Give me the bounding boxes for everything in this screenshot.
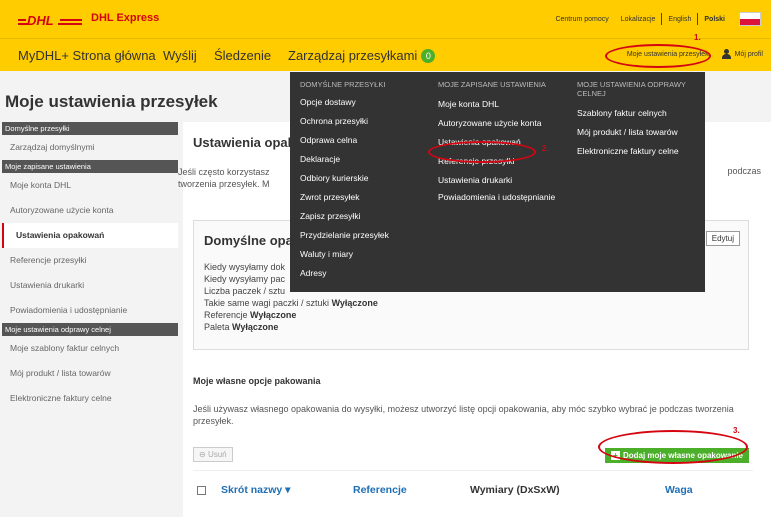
sidebar-item-e-invoices[interactable]: Elektroniczne faktury celne (2, 386, 178, 411)
minus-circle-icon: ⊖ (199, 450, 206, 459)
top-bar: DHL DHL Express Centrum pomocy Lokalizac… (0, 0, 771, 38)
annotation-oval-2 (428, 141, 536, 163)
sidebar-item-packaging[interactable]: Ustawienia opakowań (2, 223, 178, 248)
sidebar: Domyślne przesyłki Zarządzaj domyślnymi … (2, 122, 178, 411)
annotation-oval-1 (605, 44, 711, 68)
svg-text:DHL: DHL (27, 13, 54, 27)
sidebar-item-printer[interactable]: Ustawienia drukarki (2, 273, 178, 298)
delete-label: Usuń (207, 450, 227, 459)
default-packaging-title: Domyślne opa (204, 233, 293, 248)
menu-item[interactable]: Przydzielanie przesyłek (300, 226, 389, 245)
menu-item[interactable]: Zwrot przesyłek (300, 188, 389, 207)
menu-item[interactable]: Powiadomienia i udostępnianie (438, 190, 558, 209)
menu-item[interactable]: Szablony faktur celnych (577, 104, 697, 123)
menu-item[interactable]: Adresy (300, 264, 389, 283)
annotation-number-1: 1. (694, 33, 701, 42)
poland-flag-icon[interactable] (739, 12, 761, 26)
column-references[interactable]: Referencje (353, 484, 407, 496)
setting-line: Paleta Wyłączone (204, 322, 279, 332)
user-icon (721, 49, 731, 59)
menu-column-customs: MOJE USTAWIENIA ODPRAWY CELNEJ Szablony … (577, 80, 697, 161)
menu-item[interactable]: Zapisz przesyłki (300, 207, 389, 226)
menu-item[interactable]: Odprawa celna (300, 131, 389, 150)
nav-tracking[interactable]: Śledzenie (214, 48, 271, 63)
nav-home[interactable]: MyDHL+ Strona główna (18, 48, 156, 63)
sidebar-item-invoice-templates[interactable]: Moje szablony faktur celnych (2, 336, 178, 361)
own-packaging-title: Moje własne opcje pakowania (193, 376, 321, 386)
sidebar-item-notifications[interactable]: Powiadomienia i udostępnianie (2, 298, 178, 323)
nav-manage-shipments[interactable]: Zarządzaj przesyłkami 0 (288, 48, 436, 63)
desc-line-1-end: podczas (727, 166, 761, 176)
nav-manage-label: Zarządzaj przesyłkami (288, 48, 418, 63)
menu-item[interactable]: Autoryzowane użycie konta (438, 114, 558, 133)
sidebar-item-products[interactable]: Mój produkt / lista towarów (2, 361, 178, 386)
annotation-number-3: 3. (733, 426, 740, 435)
menu-heading: DOMYŚLNE PRZESYŁKI (300, 80, 386, 89)
packaging-table-header: Skrót nazwy ▾ Referencje Wymiary (DxSxW)… (193, 470, 753, 510)
english-link[interactable]: English (662, 16, 697, 23)
annotation-number-2: 2. (542, 144, 549, 153)
settings-dropdown-menu: DOMYŚLNE PRZESYŁKI Opcje dostawy Ochrona… (290, 72, 705, 292)
menu-item[interactable]: Mój produkt / lista towarów (577, 123, 697, 142)
locations-link[interactable]: Lokalizacje (615, 16, 662, 23)
menu-item[interactable]: Odbiory kurierskie (300, 169, 389, 188)
menu-item[interactable]: Waluty i miary (300, 245, 389, 264)
menu-item[interactable]: Ustawienia drukarki (438, 171, 558, 190)
menu-item[interactable]: Elektroniczne faktury celne (577, 142, 697, 161)
polish-link[interactable]: Polski (698, 16, 731, 23)
content-title: Ustawienia opak (193, 135, 295, 150)
brand-name: DHL Express (91, 12, 160, 24)
menu-item[interactable]: Ochrona przesyłki (300, 112, 389, 131)
menu-heading: MOJE USTAWIENIA ODPRAWY CELNEJ (577, 80, 686, 98)
sidebar-item-authorized-use[interactable]: Autoryzowane użycie konta (2, 198, 178, 223)
select-all-checkbox[interactable] (197, 486, 206, 495)
delete-button[interactable]: ⊖ Usuń (193, 447, 233, 462)
menu-column-defaults: DOMYŚLNE PRZESYŁKI Opcje dostawy Ochrona… (300, 80, 389, 283)
menu-item[interactable]: Moje konta DHL (438, 95, 558, 114)
sidebar-item-dhl-accounts[interactable]: Moje konta DHL (2, 173, 178, 198)
page-title: Moje ustawienia przesyłek (5, 92, 218, 111)
sidebar-section-default: Domyślne przesyłki (2, 122, 178, 135)
own-packaging-description: Jeśli używasz własnego opakowania do wys… (193, 404, 734, 426)
menu-heading: MOJE ZAPISANE USTAWIENIA (438, 80, 546, 89)
nav-ship[interactable]: Wyślij (163, 48, 197, 63)
profile-link[interactable]: Mój profil (735, 51, 763, 58)
top-links: Centrum pomocy Lokalizacje English Polsk… (549, 6, 761, 32)
shipment-count-badge: 0 (421, 49, 436, 63)
sidebar-item-manage-defaults[interactable]: Zarządzaj domyślnymi (2, 135, 178, 160)
help-center-link[interactable]: Centrum pomocy (549, 16, 614, 23)
annotation-oval-3 (598, 430, 748, 464)
column-short-name[interactable]: Skrót nazwy ▾ (221, 484, 290, 496)
setting-line: Referencje Wyłączone (204, 310, 297, 320)
column-weight[interactable]: Waga (665, 484, 693, 496)
dhl-logo[interactable]: DHL (18, 13, 84, 27)
edit-button[interactable]: Edytuj (705, 231, 740, 246)
menu-item[interactable]: Deklaracje (300, 150, 389, 169)
sidebar-section-customs: Moje ustawienia odprawy celnej (2, 323, 178, 336)
sidebar-item-references[interactable]: Referencje przesyłki (2, 248, 178, 273)
column-dimensions: Wymiary (DxSxW) (470, 484, 560, 496)
sidebar-section-saved: Moje zapisane ustawienia (2, 160, 178, 173)
setting-line: Takie same wagi paczki / sztuki Wyłączon… (204, 298, 378, 308)
menu-item[interactable]: Opcje dostawy (300, 93, 389, 112)
